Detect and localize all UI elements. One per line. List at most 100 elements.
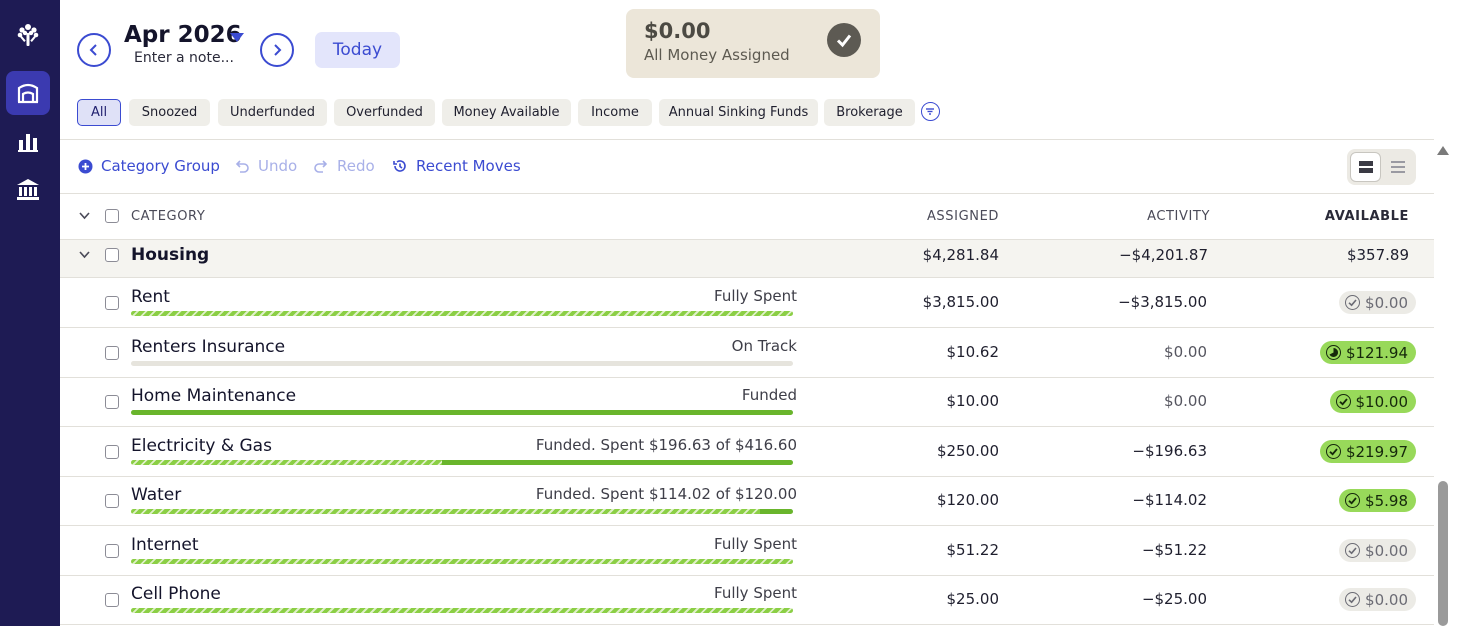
activity-value[interactable]: −$114.02: [1132, 491, 1207, 509]
collapse-all-icon[interactable]: [78, 211, 91, 221]
assigned-value[interactable]: $51.22: [947, 541, 1000, 559]
category-status: Funded. Spent $114.02 of $120.00: [535, 485, 797, 503]
category-row[interactable]: Renters Insurance On Track $10.62 $0.00 $121…: [60, 328, 1434, 378]
available-value: $0.00: [1365, 541, 1408, 560]
redo-button[interactable]: Redo: [313, 156, 375, 176]
divider: [60, 139, 1434, 140]
filter-underfunded[interactable]: Underfunded: [218, 99, 327, 126]
category-row[interactable]: Electricity & Gas Funded. Spent $196.63 o…: [60, 427, 1434, 477]
check-circle-icon: [1345, 592, 1361, 607]
row-checkbox[interactable]: [105, 395, 119, 409]
compact-view-icon[interactable]: [1382, 152, 1413, 182]
undo-icon: [235, 160, 249, 173]
chevron-down-icon[interactable]: [78, 250, 91, 260]
progress-bar: [131, 608, 793, 613]
assigned-value[interactable]: $10.00: [947, 392, 1000, 410]
scroll-up-arrow-icon[interactable]: [1437, 146, 1449, 155]
month-note-input[interactable]: Enter a note...: [134, 50, 234, 66]
tree-logo-icon[interactable]: [6, 13, 50, 57]
group-name[interactable]: Housing: [131, 245, 209, 265]
available-pill[interactable]: $0.00: [1339, 588, 1416, 611]
chevron-right-icon: [274, 44, 282, 56]
category-status: Funded: [741, 386, 797, 404]
available-value: $219.97: [1345, 442, 1408, 461]
activity-value[interactable]: $0.00: [1164, 392, 1207, 410]
undo-button[interactable]: Undo: [234, 156, 297, 176]
category-name[interactable]: Rent: [131, 287, 170, 307]
category-row[interactable]: Home Maintenance Funded $10.00 $0.00 $10.00: [60, 377, 1434, 427]
check-circle-icon: [1345, 295, 1361, 310]
filter-brokerage[interactable]: Brokerage: [824, 99, 915, 126]
ready-to-assign-box[interactable]: $0.00 All Money Assigned: [626, 9, 880, 78]
activity-value[interactable]: −$196.63: [1132, 442, 1207, 460]
today-button[interactable]: Today: [315, 32, 400, 68]
available-pill[interactable]: $219.97: [1319, 440, 1416, 463]
row-checkbox[interactable]: [105, 544, 119, 558]
available-pill[interactable]: $0.00: [1339, 539, 1416, 562]
activity-value[interactable]: −$51.22: [1142, 541, 1207, 559]
row-checkbox[interactable]: [105, 445, 119, 459]
activity-value[interactable]: −$3,815.00: [1118, 293, 1207, 311]
add-category-group-button[interactable]: Category Group: [78, 156, 220, 176]
recent-moves-button[interactable]: Recent Moves: [392, 156, 521, 176]
available-value: $0.00: [1365, 293, 1408, 312]
chevron-left-icon: [89, 44, 97, 56]
filter-income[interactable]: Income: [578, 99, 652, 126]
category-name[interactable]: Renters Insurance: [131, 337, 285, 357]
available-pill[interactable]: $0.00: [1339, 291, 1416, 314]
progress-funded: [442, 460, 793, 465]
category-name[interactable]: Internet: [131, 535, 199, 555]
assigned-value[interactable]: $120.00: [937, 491, 999, 509]
row-checkbox[interactable]: [105, 296, 119, 310]
category-row[interactable]: Internet Fully Spent $51.22 −$51.22 $0.00: [60, 526, 1434, 576]
available-pill[interactable]: $5.98: [1339, 489, 1416, 512]
activity-header: ACTIVITY: [1147, 209, 1210, 224]
category-status: Fully Spent: [714, 584, 797, 602]
progress-bar: [131, 311, 793, 316]
category-row[interactable]: Water Funded. Spent $114.02 of $120.00 $12…: [60, 476, 1434, 526]
assigned-value[interactable]: $10.62: [947, 343, 1000, 361]
select-all-checkbox[interactable]: [105, 209, 119, 223]
previous-month-button[interactable]: [77, 33, 111, 67]
row-checkbox[interactable]: [105, 593, 119, 607]
bank-icon[interactable]: [6, 168, 50, 212]
caret-down-icon[interactable]: [230, 33, 244, 42]
month-title[interactable]: Apr 2026: [124, 22, 242, 48]
filter-money-available[interactable]: Money Available: [442, 99, 571, 126]
progress-funded: [760, 509, 793, 514]
progress-spent: [131, 509, 760, 514]
available-pill[interactable]: $10.00: [1329, 390, 1416, 413]
next-month-button[interactable]: [260, 33, 294, 67]
category-name[interactable]: Electricity & Gas: [131, 436, 272, 456]
expanded-view-icon[interactable]: [1350, 152, 1381, 182]
category-name[interactable]: Home Maintenance: [131, 386, 296, 406]
category-row[interactable]: Cell Phone Fully Spent $25.00 −$25.00 $0.00: [60, 575, 1434, 625]
activity-value[interactable]: $0.00: [1164, 343, 1207, 361]
category-name[interactable]: Cell Phone: [131, 584, 221, 604]
activity-value[interactable]: −$25.00: [1142, 590, 1207, 608]
assigned-value[interactable]: $3,815.00: [923, 293, 999, 311]
group-checkbox[interactable]: [105, 248, 119, 262]
row-checkbox[interactable]: [105, 346, 119, 360]
category-status: On Track: [731, 337, 797, 355]
assigned-value[interactable]: $25.00: [947, 590, 1000, 608]
divider: [60, 193, 1434, 194]
filter-annual-sinking-funds[interactable]: Annual Sinking Funds: [659, 99, 818, 126]
filter-settings-icon[interactable]: [921, 102, 940, 121]
filter-all[interactable]: All: [77, 99, 121, 126]
assigned-value[interactable]: $250.00: [937, 442, 999, 460]
category-status: Fully Spent: [714, 535, 797, 553]
category-row[interactable]: Rent Fully Spent $3,815.00 −$3,815.00 $0.00: [60, 278, 1434, 328]
budget-icon[interactable]: [6, 71, 50, 115]
available-pill[interactable]: $121.94: [1319, 341, 1416, 364]
category-group-row[interactable]: [60, 239, 1434, 278]
progress-bar: [131, 410, 793, 415]
filter-overfunded[interactable]: Overfunded: [334, 99, 435, 126]
row-checkbox[interactable]: [105, 494, 119, 508]
category-name[interactable]: Water: [131, 485, 181, 505]
view-density-toggle[interactable]: [1347, 149, 1416, 185]
filter-snoozed[interactable]: Snoozed: [129, 99, 210, 126]
scrollbar-thumb[interactable]: [1438, 481, 1448, 626]
check-circle-icon: [1335, 394, 1351, 409]
reports-icon[interactable]: [6, 120, 50, 164]
